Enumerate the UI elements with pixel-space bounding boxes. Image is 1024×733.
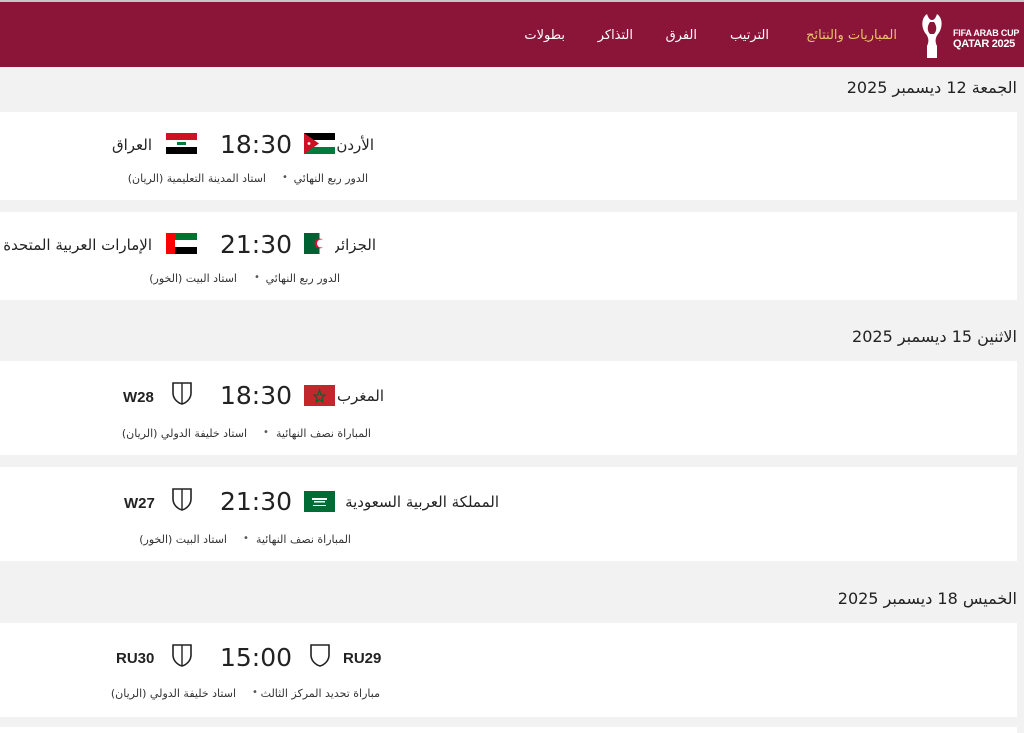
match-venue: استاد البيت (الخور): [139, 533, 227, 546]
home-team-name: الجزائر: [332, 236, 376, 254]
match-stage: الدور ربع النهائي: [293, 172, 368, 185]
match-venue: استاد البيت (الخور): [149, 272, 237, 285]
home-team-code: RU29: [343, 650, 382, 667]
date-heading: الجمعة 12 ديسمبر 2025: [846, 78, 1017, 97]
nav-tournaments[interactable]: بطولات: [524, 28, 565, 43]
uae-flag: [166, 233, 197, 254]
away-team-name: الإمارات العربية المتحدة: [3, 236, 152, 254]
placeholder-shield-icon: [172, 644, 192, 667]
match-card[interactable]: المملكة العربية السعودية 21:30 W27 المبا…: [0, 467, 1017, 561]
placeholder-shield-icon: [172, 488, 192, 511]
match-time: 18:30: [220, 381, 293, 410]
jordan-flag: [304, 133, 335, 154]
nav-tickets[interactable]: التذاكر: [598, 28, 633, 43]
match-venue: استاد خليفة الدولي (الريان): [121, 427, 247, 440]
match-stage: المباراة نصف النهائية: [256, 533, 351, 546]
away-team-code: RU30: [116, 650, 155, 667]
saudi-arabia-flag: [304, 491, 335, 512]
nav-matches-results[interactable]: المباريات والنتائج: [806, 28, 897, 43]
away-team-name: العراق: [111, 136, 152, 154]
match-venue: استاد خليفة الدولي (الريان): [110, 687, 236, 700]
match-venue: استاد المدينة التعليمية (الريان): [127, 172, 266, 185]
nav-standings[interactable]: الترتيب: [730, 28, 769, 43]
morocco-flag: [304, 385, 335, 406]
away-team-code: W28: [123, 389, 154, 406]
placeholder-shield-icon: [310, 644, 330, 667]
separator-dot-icon: •: [263, 427, 269, 438]
match-card[interactable]: الجزائر 21:30 الإمارات العربية المتحدة ا…: [0, 212, 1017, 300]
match-time: 21:30: [220, 230, 293, 259]
match-time: 21:30: [220, 487, 293, 516]
separator-dot-icon: •: [282, 172, 288, 183]
iraq-flag: [166, 133, 197, 154]
nav-teams[interactable]: الفرق: [666, 28, 697, 43]
match-card[interactable]: المغرب 18:30 W28 المباراة نصف النهائية •…: [0, 361, 1017, 455]
logo-subtitle: QATAR 2025: [953, 38, 1016, 50]
separator-dot-icon: •: [243, 533, 249, 544]
date-heading: الخميس 18 ديسمبر 2025: [837, 589, 1017, 608]
home-team-name: الأردن: [336, 136, 374, 154]
separator-dot-icon: •: [252, 687, 258, 698]
match-stage: مباراة تحديد المركز الثالث: [260, 687, 380, 700]
top-navigation-bar: FIFA ARAB CUP QATAR 2025 المباريات والنت…: [0, 0, 1024, 67]
placeholder-shield-icon: [172, 382, 192, 405]
home-team-name: المغرب: [336, 387, 384, 405]
match-stage: المباراة نصف النهائية: [276, 427, 371, 440]
home-team-name: المملكة العربية السعودية: [345, 493, 499, 511]
logo-title: FIFA ARAB CUP: [953, 28, 1020, 38]
match-card[interactable]: الأردن 18:30 العراق الدور ربع النهائي • …: [0, 112, 1017, 200]
away-team-code: W27: [124, 495, 155, 512]
match-card[interactable]: [0, 727, 1017, 733]
match-time: 15:00: [220, 643, 293, 672]
separator-dot-icon: •: [254, 272, 260, 283]
date-heading: الاثنين 15 ديسمبر 2025: [852, 327, 1017, 346]
match-time: 18:30: [220, 130, 293, 159]
algeria-flag: [304, 233, 335, 254]
match-card[interactable]: RU29 15:00 RU30 مباراة تحديد المركز الثا…: [0, 623, 1017, 717]
match-stage: الدور ربع النهائي: [265, 272, 340, 285]
